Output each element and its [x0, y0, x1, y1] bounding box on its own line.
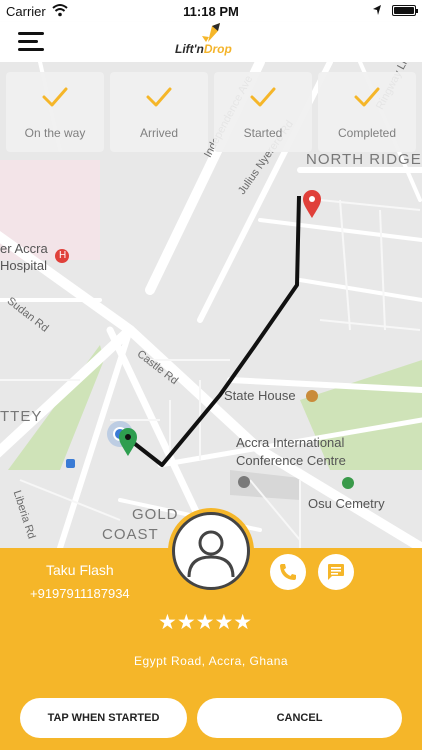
map-label-ttey: TTEY: [0, 408, 43, 425]
menu-icon[interactable]: [18, 32, 46, 52]
map-label-hospital-marker: H: [59, 250, 67, 261]
rocket-icon: [202, 23, 220, 42]
location-arrow-icon: [373, 5, 381, 15]
step-label: Arrived: [139, 126, 178, 140]
map-label-conference-line2: Conference Centre: [236, 453, 346, 468]
conference-marker-icon: [238, 476, 250, 488]
app-logo: Lift'nDrop: [172, 22, 250, 62]
map-label-hospital-line2: Hospital: [0, 258, 47, 273]
tap-when-started-button[interactable]: TAP WHEN STARTED: [20, 698, 187, 738]
chat-icon: [328, 564, 344, 580]
cancel-button[interactable]: CANCEL: [197, 698, 402, 738]
map-label-conference-line1: Accra International: [236, 435, 345, 450]
map-label-state-house: State House: [224, 388, 296, 403]
step-label: On the way: [24, 126, 86, 140]
clock: 11:18 PM: [183, 4, 239, 19]
step-label: Started: [243, 126, 283, 140]
check-icon: [42, 87, 68, 107]
state-house-marker-icon: [306, 390, 318, 402]
bus-stop-icon: [66, 459, 75, 468]
message-button[interactable]: [318, 554, 354, 590]
step-started[interactable]: Started: [214, 72, 312, 152]
driver-avatar[interactable]: [172, 512, 250, 590]
pickup-address: Egypt Road, Accra, Ghana: [133, 654, 289, 668]
driver-phone: +9197911187934: [30, 586, 130, 601]
step-completed[interactable]: Completed: [318, 72, 416, 152]
map-label-hospital-line1: er Accra: [0, 241, 48, 256]
cemetry-marker-icon: [342, 477, 354, 489]
logo-text: Lift'nDrop: [175, 42, 232, 56]
battery-icon: [392, 5, 418, 16]
call-button[interactable]: [270, 554, 306, 590]
check-icon: [146, 87, 172, 107]
check-icon: [250, 87, 276, 107]
step-label: Completed: [337, 126, 397, 140]
map-label-osu-cemetry: Osu Cemetry: [308, 496, 385, 511]
origin-pin-icon: [119, 428, 137, 456]
map-label-gold: GOLD: [132, 506, 179, 523]
ride-progress-steps: On the way Arrived Started Completed: [6, 72, 416, 152]
step-on-the-way[interactable]: On the way: [6, 72, 104, 152]
user-icon: [187, 530, 235, 578]
phone-icon: [280, 564, 296, 580]
driver-name: Taku Flash: [46, 562, 114, 578]
destination-pin-icon: [303, 190, 321, 218]
rating-stars: ★★★★★: [158, 611, 253, 634]
map-label-coast: COAST: [102, 526, 159, 543]
app-header: Lift'nDrop: [0, 22, 422, 62]
map-label-north-ridge: NORTH RIDGE: [306, 151, 422, 168]
check-icon: [354, 87, 380, 107]
step-arrived[interactable]: Arrived: [110, 72, 208, 152]
status-bar: Carrier 11:18 PM: [0, 0, 422, 22]
